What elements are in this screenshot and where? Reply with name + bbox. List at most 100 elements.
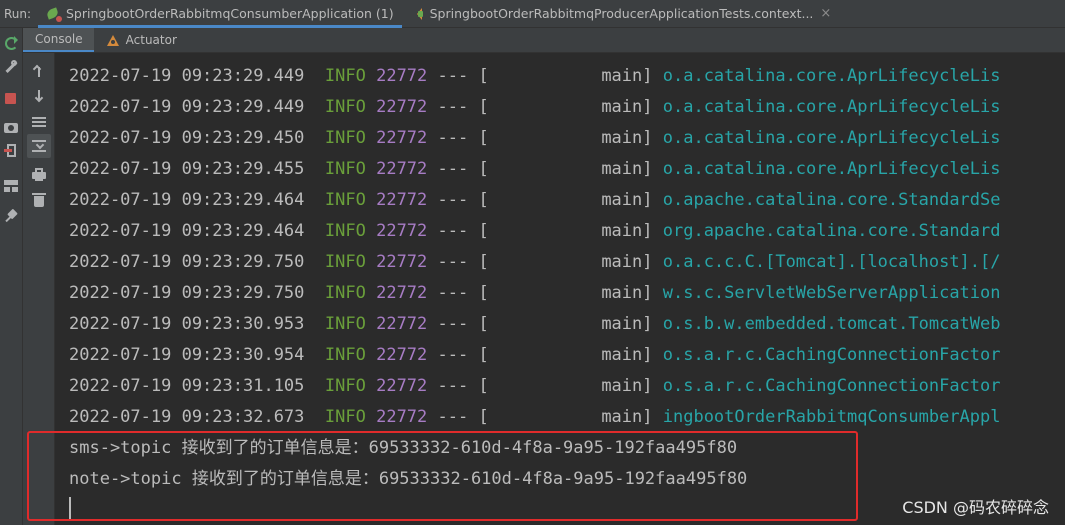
stop-icon[interactable] [4, 92, 18, 106]
log-level: INFO [324, 128, 366, 148]
log-level: INFO [324, 283, 366, 303]
close-tab-icon[interactable]: × [820, 6, 831, 21]
log-level: INFO [324, 407, 366, 427]
log-thread: main] [601, 128, 653, 148]
tab-console[interactable]: Console [23, 28, 94, 52]
tab-actuator[interactable]: Actuator [94, 28, 188, 52]
text-caret [69, 497, 71, 519]
message-value: 69533332-610d-4f8a-9a95-192faa495f80 [378, 469, 748, 489]
log-level: INFO [324, 221, 366, 241]
log-logger: o.s.a.r.c.CachingConnectionFactor [662, 345, 1001, 365]
arrow-down-icon[interactable] [32, 89, 46, 103]
pin-icon[interactable] [4, 210, 18, 224]
log-date: 2022-07-19 09:23:29.449 [69, 97, 305, 117]
print-icon[interactable] [32, 168, 46, 182]
exit-icon[interactable] [4, 144, 18, 158]
log-date: 2022-07-19 09:23:30.953 [69, 314, 305, 334]
log-logger: o.a.c.c.C.[Tomcat].[localhost].[/ [662, 252, 1001, 272]
run-tab-consumer-label: SpringbootOrderRabbitmqConsumberApplicat… [66, 6, 394, 21]
log-thread: main] [601, 252, 653, 272]
log-date: 2022-07-19 09:23:29.750 [69, 252, 305, 272]
log-level: INFO [324, 97, 366, 117]
log-separator: --- [ [437, 283, 489, 303]
log-date: 2022-07-19 09:23:29.455 [69, 159, 305, 179]
log-pid: 22772 [376, 345, 428, 365]
log-date: 2022-07-19 09:23:29.450 [69, 128, 305, 148]
log-line: 2022-07-19 09:23:29.750 INFO 22772 --- [… [69, 247, 1001, 278]
log-thread: main] [601, 159, 653, 179]
test-icon [410, 7, 424, 21]
log-date: 2022-07-19 09:23:29.750 [69, 283, 305, 303]
watermark: CSDN @码农碎碎念 [902, 498, 1049, 517]
trash-icon[interactable] [32, 193, 46, 207]
log-separator: --- [ [437, 128, 489, 148]
log-line: 2022-07-19 09:23:29.464 INFO 22772 --- [… [69, 185, 1001, 216]
log-line: 2022-07-19 09:23:30.954 INFO 22772 --- [… [69, 340, 1001, 371]
log-logger: org.apache.catalina.core.Standard [662, 221, 1001, 241]
log-separator: --- [ [437, 314, 489, 334]
log-separator: --- [ [437, 252, 489, 272]
message-text: 接收到了的订单信息是： [181, 438, 369, 458]
run-label: Run: [4, 6, 32, 21]
log-logger: o.apache.catalina.core.StandardSe [662, 190, 1001, 210]
log-logger: o.a.catalina.core.AprLifecycleLis [662, 159, 1001, 179]
message-text: 接收到了的订单信息是： [191, 469, 379, 489]
console-toolbar [23, 53, 55, 525]
run-tab-producer-tests[interactable]: SpringbootOrderRabbitmqProducerApplicati… [402, 0, 840, 28]
log-line: 2022-07-19 09:23:31.105 INFO 22772 --- [… [69, 371, 1001, 402]
log-line: 2022-07-19 09:23:32.673 INFO 22772 --- [… [69, 402, 1001, 433]
log-separator: --- [ [437, 407, 489, 427]
log-logger: ingbootOrderRabbitmqConsumberAppl [662, 407, 1001, 427]
message-value: 69533332-610d-4f8a-9a95-192faa495f80 [368, 438, 738, 458]
log-date: 2022-07-19 09:23:29.449 [69, 66, 305, 86]
log-logger: o.a.catalina.core.AprLifecycleLis [662, 97, 1001, 117]
tab-console-label: Console [35, 32, 83, 46]
log-separator: --- [ [437, 221, 489, 241]
log-line: 2022-07-19 09:23:29.455 INFO 22772 --- [… [69, 154, 1001, 185]
log-separator: --- [ [437, 190, 489, 210]
console-subtabs: Console Actuator [23, 28, 1065, 53]
log-pid: 22772 [376, 252, 428, 272]
scroll-to-end-icon [32, 139, 46, 153]
log-thread: main] [601, 314, 653, 334]
log-thread: main] [601, 407, 653, 427]
actuator-icon [106, 34, 120, 46]
log-logger: o.a.catalina.core.AprLifecycleLis [662, 128, 1001, 148]
layout-icon[interactable] [4, 178, 18, 192]
log-level: INFO [324, 376, 366, 396]
log-level: INFO [324, 66, 366, 86]
log-thread: main] [601, 97, 653, 117]
log-line: 2022-07-19 09:23:29.450 INFO 22772 --- [… [69, 123, 1001, 154]
run-tab-consumer[interactable]: SpringbootOrderRabbitmqConsumberApplicat… [38, 0, 402, 28]
log-thread: main] [601, 190, 653, 210]
tab-actuator-label: Actuator [125, 33, 177, 47]
log-pid: 22772 [376, 66, 428, 86]
log-line: 2022-07-19 09:23:30.953 INFO 22772 --- [… [69, 309, 1001, 340]
wrench-icon[interactable] [4, 60, 18, 74]
message-prefix: note->topic [69, 469, 192, 489]
log-line: 2022-07-19 09:23:29.449 INFO 22772 --- [… [69, 61, 1001, 92]
log-thread: main] [601, 283, 653, 303]
log-level: INFO [324, 190, 366, 210]
rerun-icon[interactable] [4, 36, 18, 50]
log-pid: 22772 [376, 407, 428, 427]
console-output[interactable]: 2022-07-19 09:23:29.449 INFO 22772 --- [… [55, 53, 1065, 525]
log-date: 2022-07-19 09:23:29.464 [69, 221, 305, 241]
log-line: 2022-07-19 09:23:29.750 INFO 22772 --- [… [69, 278, 1001, 309]
log-line: 2022-07-19 09:23:29.449 INFO 22772 --- [… [69, 92, 1001, 123]
log-pid: 22772 [376, 97, 428, 117]
soft-wrap-icon[interactable] [32, 115, 46, 129]
log-date: 2022-07-19 09:23:31.105 [69, 376, 305, 396]
camera-icon[interactable] [4, 120, 18, 134]
log-pid: 22772 [376, 190, 428, 210]
log-date: 2022-07-19 09:23:29.464 [69, 190, 305, 210]
log-pid: 22772 [376, 159, 428, 179]
log-separator: --- [ [437, 66, 489, 86]
log-logger: o.a.catalina.core.AprLifecycleLis [662, 66, 1001, 86]
message-line: sms->topic 接收到了的订单信息是：69533332-610d-4f8a… [69, 433, 737, 464]
log-logger: w.s.c.ServletWebServerApplication [662, 283, 1001, 303]
log-pid: 22772 [376, 128, 428, 148]
log-separator: --- [ [437, 345, 489, 365]
log-level: INFO [324, 345, 366, 365]
arrow-up-icon[interactable] [32, 64, 46, 78]
